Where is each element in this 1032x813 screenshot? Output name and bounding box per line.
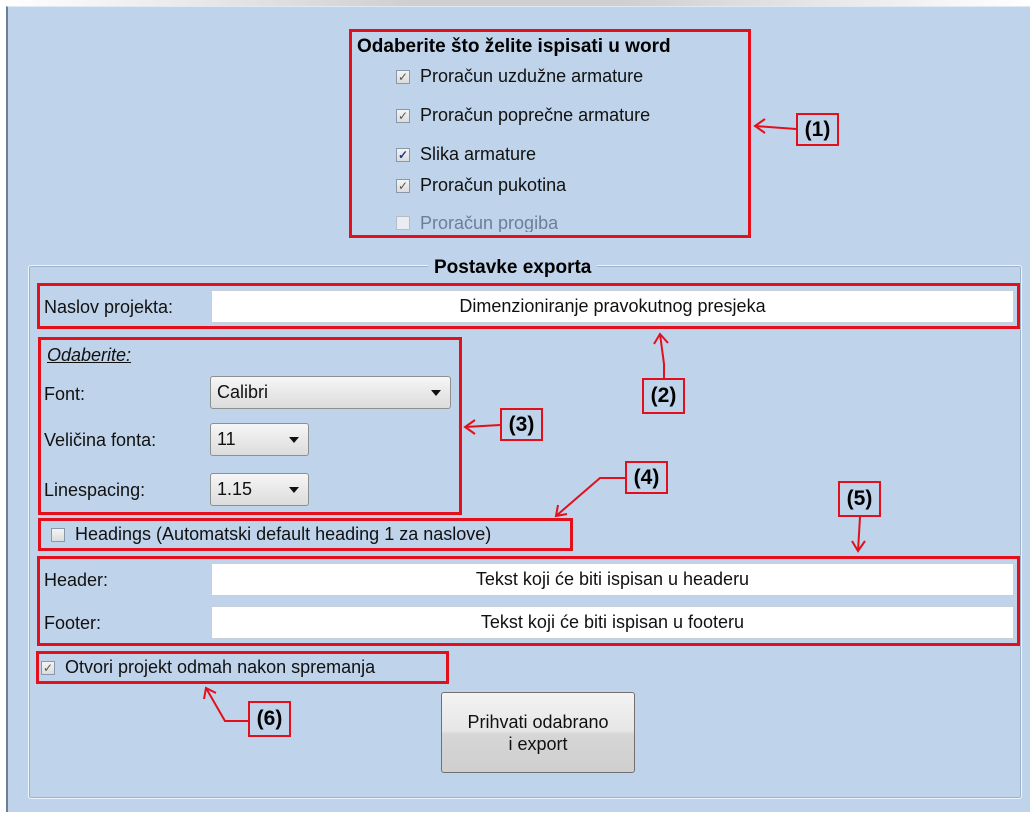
annotation-label-2: (2)	[642, 378, 685, 414]
annotation-box-6	[36, 651, 449, 684]
annotation-label-1: (1)	[796, 113, 839, 146]
annotation-box-3	[38, 337, 462, 515]
export-settings-title: Postavke exporta	[428, 257, 598, 279]
accept-export-button[interactable]: Prihvati odabrano i export	[441, 692, 635, 773]
annotation-label-5: (5)	[838, 481, 881, 517]
annotation-label-3: (3)	[500, 408, 543, 441]
button-line-1: Prihvati odabrano	[467, 711, 609, 732]
annotation-box-1	[349, 29, 751, 238]
button-line-2: i export	[508, 733, 568, 754]
annotation-box-5	[37, 556, 1020, 646]
annotation-box-2	[37, 283, 1020, 329]
annotation-box-4	[38, 518, 573, 551]
annotation-label-4: (4)	[625, 461, 668, 494]
annotation-label-6: (6)	[248, 701, 291, 737]
